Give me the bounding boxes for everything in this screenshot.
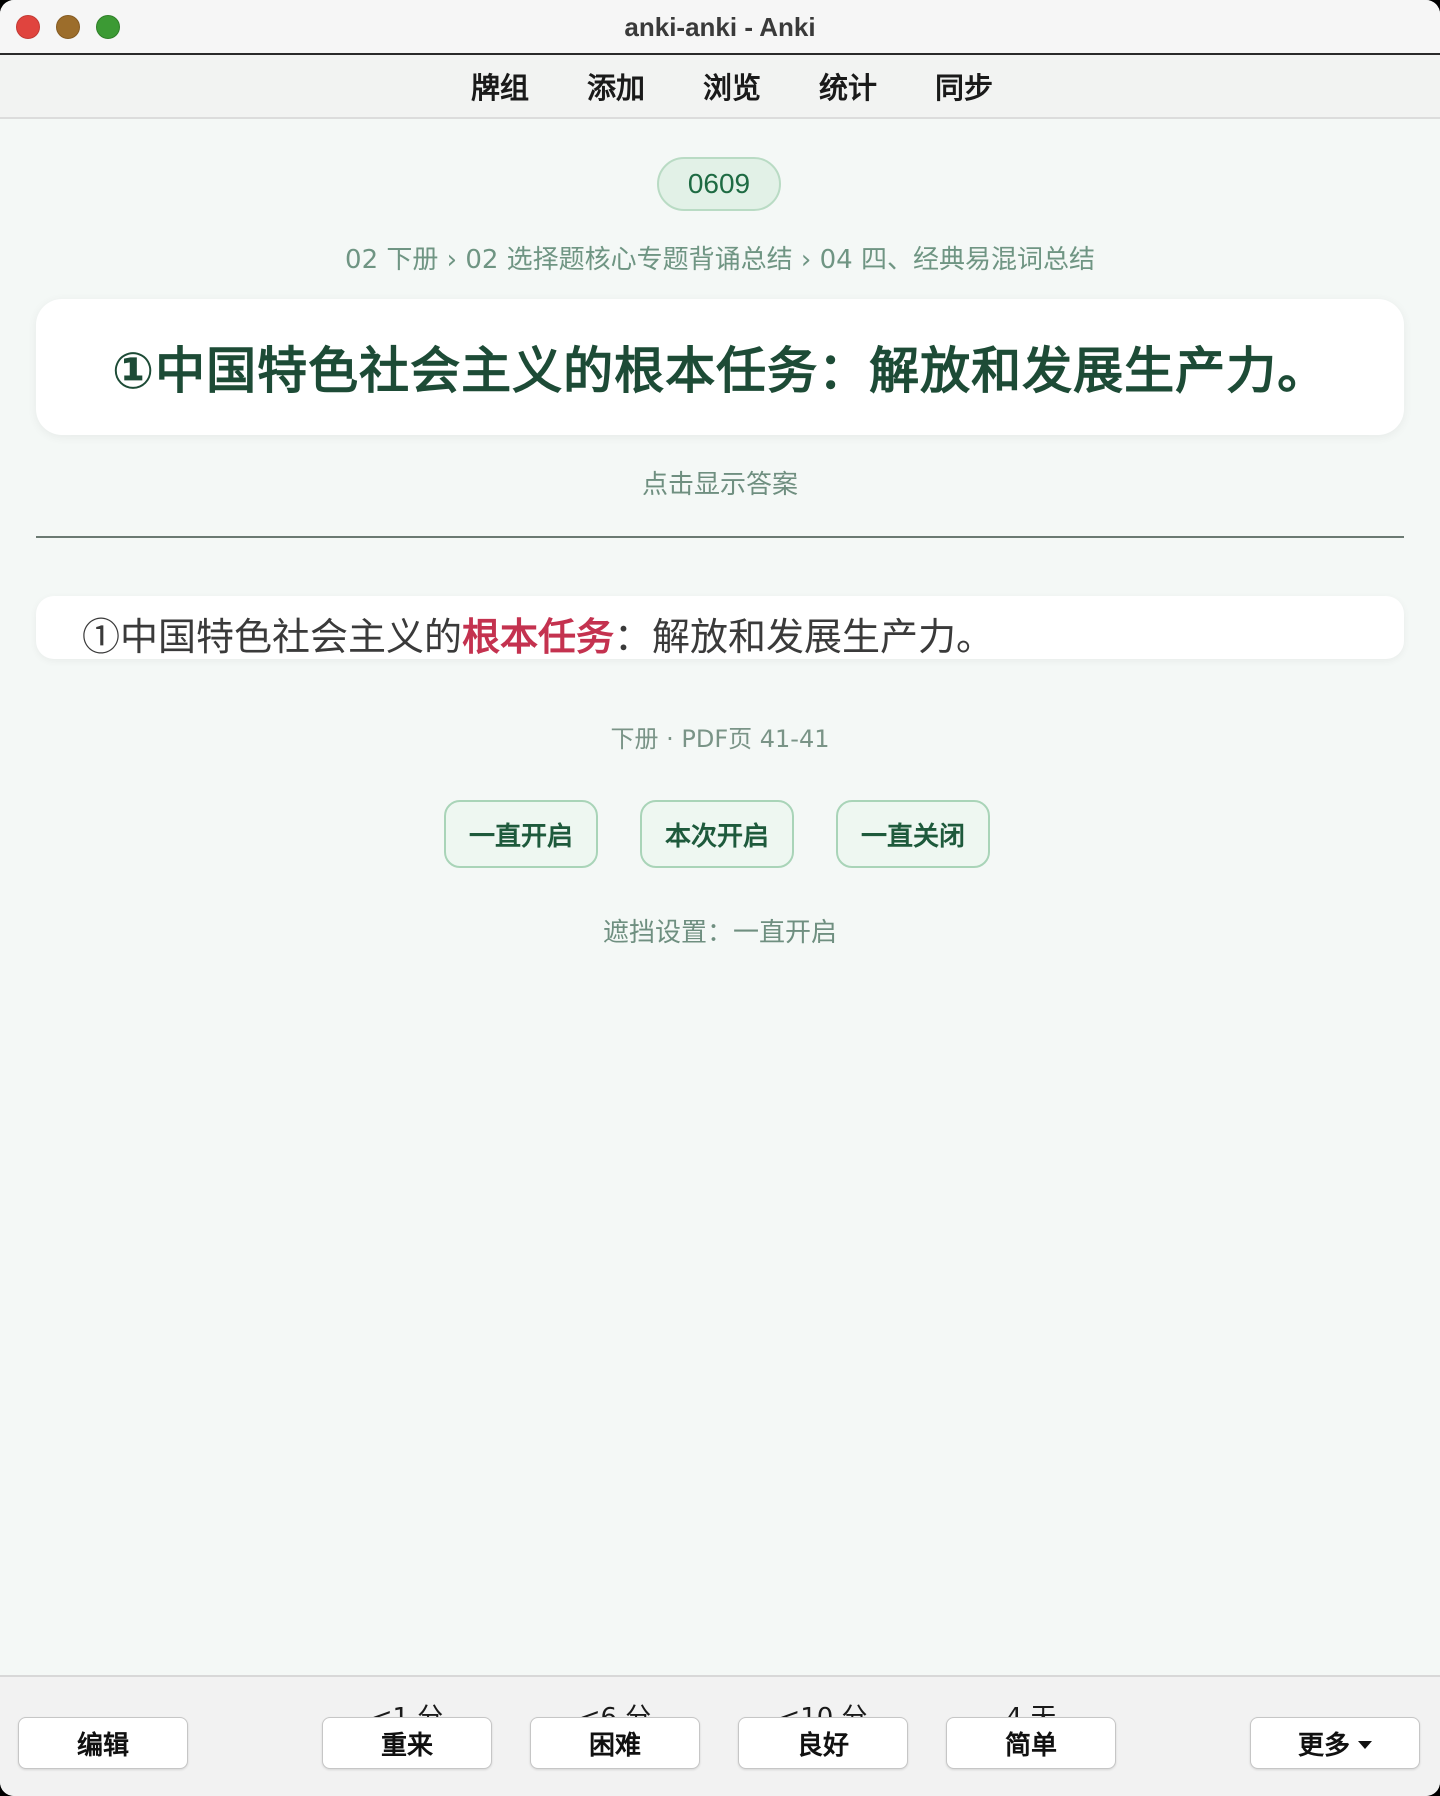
edit-button[interactable]: 编辑	[18, 1717, 188, 1769]
answer-divider	[36, 536, 1404, 538]
deck-badge: 0609	[657, 157, 781, 211]
answer-suffix: ：解放和发展生产力。	[614, 615, 995, 659]
mask-button-group: 一直开启 本次开启 一直关闭	[444, 800, 990, 868]
question-card: ①中国特色社会主义的根本任务：解放和发展生产力。	[36, 299, 1404, 435]
question-text: ①中国特色社会主义的根本任务：解放和发展生产力。	[111, 342, 1329, 400]
review-bottom-bar: 编辑 <1 分 重来 <6 分 困难 <10 分 良好 4 天 简单 更多	[0, 1675, 1440, 1796]
answer-text: ①中国特色社会主义的根本任务：解放和发展生产力。	[82, 606, 994, 661]
menu-decks[interactable]: 牌组	[471, 65, 529, 107]
more-button[interactable]: 更多	[1250, 1717, 1420, 1769]
hard-button[interactable]: 困难	[530, 1717, 700, 1769]
menu-browse[interactable]: 浏览	[703, 65, 761, 107]
deck-breadcrumb: 02 下册 › 02 选择题核心专题背诵总结 › 04 四、经典易混词总结	[345, 245, 1095, 275]
chevron-down-icon	[1358, 1741, 1372, 1749]
more-label: 更多	[1297, 1730, 1350, 1761]
show-answer-hint[interactable]: 点击显示答案	[0, 464, 1440, 501]
main-toolbar: 牌组 添加 浏览 统计 同步	[0, 55, 1440, 119]
again-button[interactable]: 重来	[322, 1717, 492, 1769]
answer-prefix: ①中国特色社会主义的	[82, 615, 463, 659]
good-button[interactable]: 良好	[738, 1717, 908, 1769]
menu-sync[interactable]: 同步	[935, 65, 993, 107]
mask-this-time-button[interactable]: 本次开启	[640, 800, 794, 868]
answer-card: ①中国特色社会主义的根本任务：解放和发展生产力。	[36, 596, 1404, 659]
mask-always-on-button[interactable]: 一直开启	[444, 800, 598, 868]
easy-button[interactable]: 简单	[946, 1717, 1116, 1769]
window-title: anki-anki - Anki	[624, 12, 816, 42]
answer-highlight: 根本任务	[462, 614, 615, 659]
anki-window: anki-anki - Anki 牌组 添加 浏览 统计 同步 0609 02 …	[0, 0, 1440, 1796]
mask-status: 遮挡设置：一直开启	[602, 918, 837, 948]
mask-always-off-button[interactable]: 一直关闭	[836, 800, 990, 868]
source-reference: 下册 · PDF页 41-41	[610, 725, 830, 753]
menu-stats[interactable]: 统计	[819, 65, 877, 107]
card-view: 0609 02 下册 › 02 选择题核心专题背诵总结 › 04 四、经典易混词…	[0, 119, 1440, 1675]
title-bar: anki-anki - Anki	[0, 0, 1440, 55]
menu-add[interactable]: 添加	[587, 65, 645, 107]
